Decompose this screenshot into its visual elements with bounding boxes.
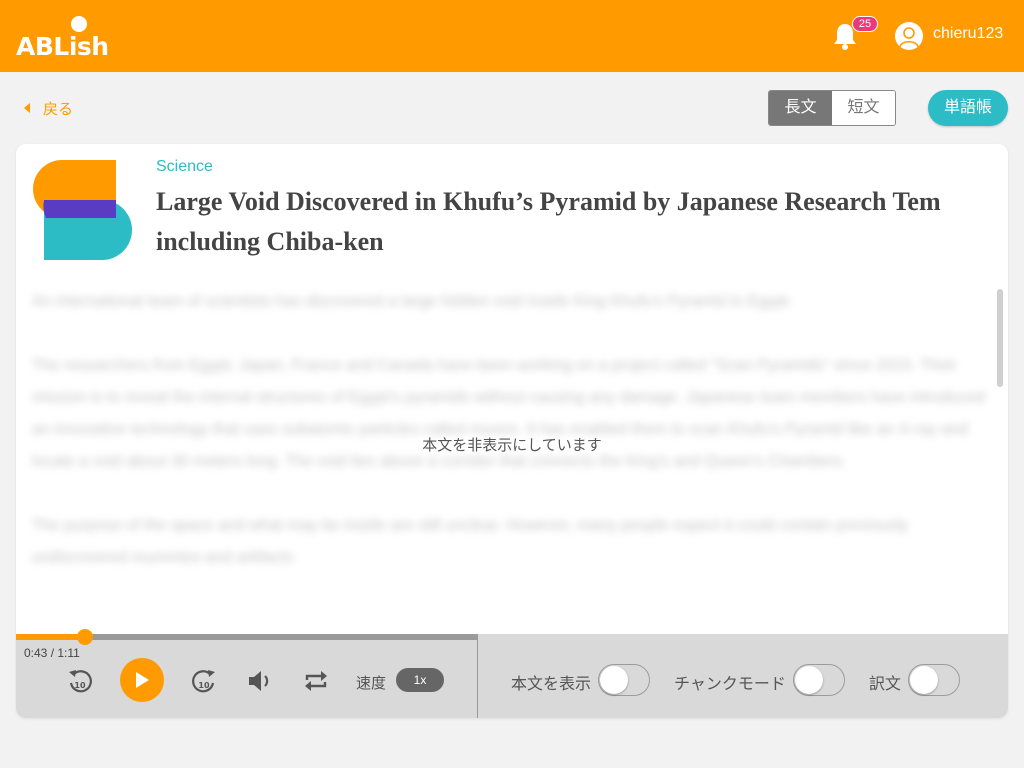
forward-10-icon[interactable]: 10 xyxy=(190,666,218,696)
username[interactable]: chieru123 xyxy=(933,25,1003,43)
chevron-left-icon xyxy=(24,103,30,113)
article-card: Science Large Void Discovered in Khufu’s… xyxy=(16,144,1008,718)
tab-long[interactable]: 長文 xyxy=(769,91,832,125)
play-button[interactable] xyxy=(120,658,164,702)
toggle-knob xyxy=(600,666,628,694)
logo-dot xyxy=(71,16,87,32)
play-icon xyxy=(136,672,149,688)
player-divider xyxy=(477,634,478,718)
toggle-knob xyxy=(795,666,823,694)
back-label: 戻る xyxy=(43,100,74,118)
rewind-10-icon[interactable]: 10 xyxy=(66,666,94,696)
article-paragraph: The purpose of the space and what may be… xyxy=(32,517,909,566)
text-hidden-message: 本文を非表示にしています xyxy=(422,437,602,454)
notification-badge: 25 xyxy=(852,16,878,32)
article-title: Large Void Discovered in Khufu’s Pyramid… xyxy=(156,187,941,256)
length-toggle: 長文 短文 xyxy=(768,90,896,126)
show-text-label: 本文を表示 xyxy=(511,676,592,693)
vocabulary-button[interactable]: 単語帳 xyxy=(928,90,1008,126)
scrollbar[interactable] xyxy=(997,289,1003,387)
show-text-toggle[interactable] xyxy=(598,664,650,696)
app-header: ABLish 25 chieru123 xyxy=(0,0,1024,72)
audio-player: 0:43 / 1:11 10 10 速度 1x 本文を表示 チャンクモード 訳文 xyxy=(16,629,1008,718)
chunk-mode-toggle[interactable] xyxy=(793,664,845,696)
progress-fill xyxy=(16,634,86,640)
user-avatar-icon[interactable] xyxy=(895,22,923,50)
forward-seconds: 10 xyxy=(198,681,210,690)
logo-text: ABLish xyxy=(16,32,109,61)
article-paragraph: An international team of scientists has … xyxy=(32,293,793,310)
toggle-knob xyxy=(910,666,938,694)
playback-time: 0:43 / 1:11 xyxy=(24,646,80,660)
tab-short[interactable]: 短文 xyxy=(832,91,895,125)
chunk-mode-label: チャンクモード xyxy=(674,676,786,693)
translation-toggle[interactable] xyxy=(908,664,960,696)
repeat-icon[interactable] xyxy=(302,668,330,694)
science-category-icon xyxy=(32,160,132,260)
app-logo[interactable]: ABLish xyxy=(16,14,126,61)
back-link[interactable]: 戻る xyxy=(24,97,73,119)
article-paragraph: The researchers from Egypt, Japan, Franc… xyxy=(32,357,985,470)
speed-label: 速度 xyxy=(356,675,387,692)
speed-selector[interactable]: 1x xyxy=(396,668,444,692)
rewind-seconds: 10 xyxy=(74,681,86,690)
article-category: Science xyxy=(156,158,213,175)
translation-label: 訳文 xyxy=(869,676,902,693)
volume-icon[interactable] xyxy=(246,668,274,694)
progress-bar[interactable] xyxy=(16,629,478,645)
progress-knob[interactable] xyxy=(77,629,94,645)
